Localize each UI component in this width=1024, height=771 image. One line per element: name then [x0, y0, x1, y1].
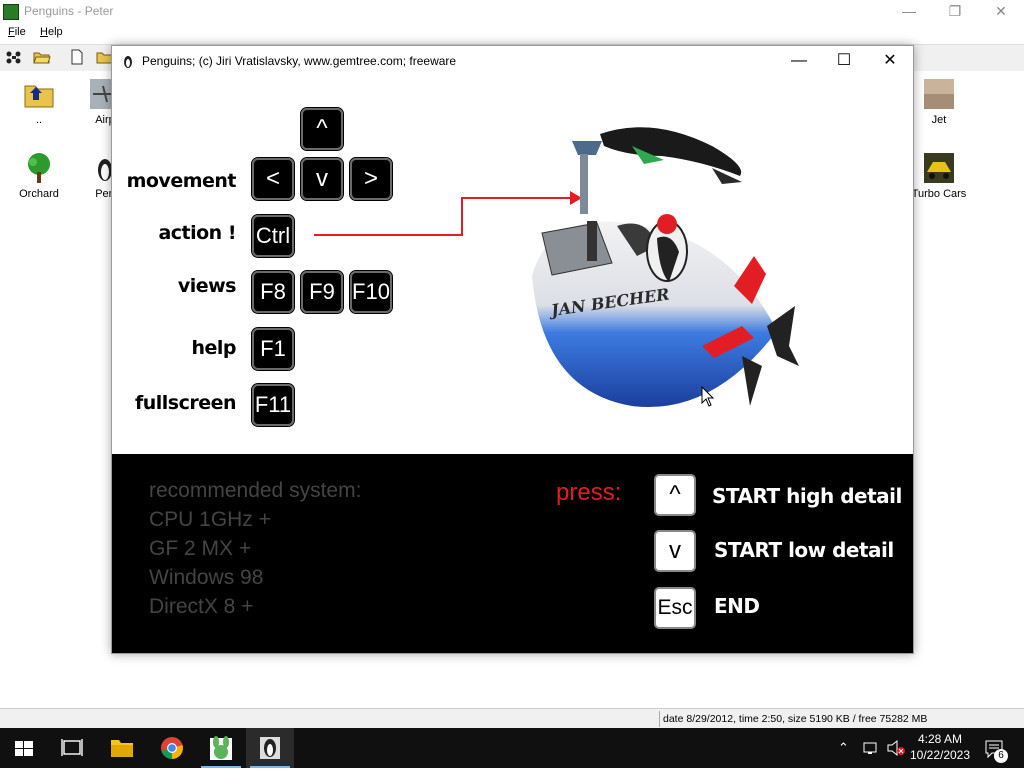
- tree-icon: [23, 152, 55, 184]
- end-key[interactable]: Esc: [654, 587, 696, 629]
- taskbar-chrome[interactable]: [148, 728, 196, 768]
- show-hidden-icons-chevron-icon[interactable]: ⌃: [838, 740, 849, 756]
- clock-time: 4:28 AM: [917, 732, 963, 746]
- start-high-key[interactable]: ^: [654, 474, 696, 516]
- up-folder-icon: [23, 78, 55, 110]
- penguin-icon: [260, 737, 280, 759]
- key-f9: F9: [300, 270, 344, 314]
- task-view-button[interactable]: [48, 728, 96, 768]
- end-label[interactable]: END: [714, 594, 760, 618]
- recommended-os: Windows 98: [149, 566, 264, 589]
- penguins-app-icon: [3, 4, 19, 20]
- new-file-icon[interactable]: [68, 49, 86, 65]
- tree-icon[interactable]: [5, 49, 23, 65]
- game-window: Penguins; (c) Jiri Vratislavsky, www.gem…: [111, 45, 914, 654]
- outer-close-button[interactable]: ✕: [978, 0, 1024, 23]
- key-f1: F1: [251, 327, 295, 371]
- game-close-button[interactable]: ✕: [867, 46, 913, 76]
- penguin-icon: [121, 54, 135, 68]
- label-movement: movement: [126, 170, 237, 192]
- outer-maximize-button[interactable]: ❐: [932, 0, 978, 23]
- label-fullscreen: fullscreen: [134, 392, 237, 414]
- mouse-cursor-icon: [701, 386, 715, 407]
- penguin-submarine-illustration: JAN BECHER: [532, 127, 799, 408]
- rabbit-icon: [210, 736, 232, 760]
- recommended-heading: recommended system:: [149, 479, 362, 502]
- volume-muted-icon[interactable]: [886, 739, 906, 757]
- start-low-key[interactable]: v: [654, 530, 696, 572]
- key-ctrl: Ctrl: [251, 214, 295, 258]
- clock-date: 10/22/2023: [909, 748, 971, 762]
- taskbar-clock[interactable]: 4:28 AM 10/22/2023: [905, 731, 975, 763]
- taskbar-file-explorer[interactable]: [98, 728, 146, 768]
- chrome-icon: [161, 737, 183, 759]
- jet-icon: [923, 78, 955, 110]
- key-f10: F10: [349, 270, 393, 314]
- status-bar: date 8/29/2012, time 2:50, size 5190 KB …: [0, 708, 1024, 729]
- recommended-gpu: GF 2 MX +: [149, 537, 252, 560]
- start-panel: recommended system: CPU 1GHz + GF 2 MX +…: [112, 454, 913, 653]
- recommended-cpu: CPU 1GHz +: [149, 508, 271, 531]
- start-low-label[interactable]: START low detail: [714, 538, 894, 562]
- game-window-title: Penguins; (c) Jiri Vratislavsky, www.gem…: [142, 54, 457, 68]
- key-up: ^: [300, 107, 344, 151]
- game-minimize-button[interactable]: —: [776, 46, 822, 76]
- start-button[interactable]: [0, 728, 48, 768]
- label-views: views: [177, 275, 237, 297]
- key-left: <: [251, 157, 295, 201]
- key-f11: F11: [251, 383, 295, 427]
- taskbar-penguins[interactable]: [246, 728, 294, 768]
- car-icon: [923, 152, 955, 184]
- key-f8: F8: [251, 270, 295, 314]
- open-folder-icon[interactable]: [33, 49, 51, 65]
- game-maximize-button[interactable]: ☐: [821, 46, 867, 76]
- task-view-icon: [61, 739, 83, 756]
- folder-icon: [111, 740, 133, 757]
- outer-window-title: Penguins - Peter: [24, 4, 114, 18]
- label-help: help: [191, 337, 236, 359]
- press-label: press:: [556, 479, 622, 506]
- taskbar: ⌃ 4:28 AM 10/22/2023 6: [0, 728, 1024, 768]
- start-high-label[interactable]: START high detail: [712, 484, 902, 508]
- outer-titlebar[interactable]: Penguins - Peter — ❐ ✕: [0, 0, 1024, 23]
- outer-minimize-button[interactable]: —: [886, 0, 932, 23]
- menu-file[interactable]: File: [8, 26, 26, 38]
- menu-help[interactable]: Help: [40, 26, 63, 38]
- game-titlebar[interactable]: Penguins; (c) Jiri Vratislavsky, www.gem…: [112, 46, 913, 76]
- network-icon[interactable]: [862, 740, 880, 756]
- recommended-directx: DirectX 8 +: [149, 595, 254, 618]
- outer-menubar: File Help: [0, 23, 1024, 43]
- label-action: action !: [158, 222, 236, 244]
- windows-logo-icon: [15, 741, 33, 756]
- notification-badge: 6: [994, 749, 1008, 763]
- taskbar-peter[interactable]: [197, 728, 245, 768]
- status-text: date 8/29/2012, time 2:50, size 5190 KB …: [659, 711, 927, 727]
